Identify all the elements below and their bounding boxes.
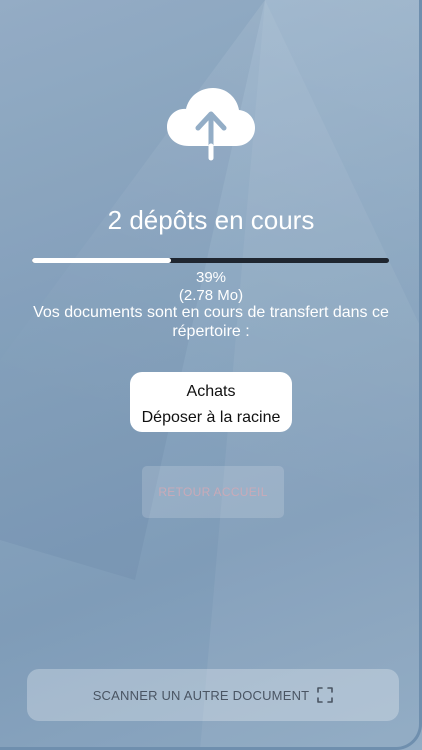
destination-card: Achats Déposer à la racine xyxy=(130,372,292,432)
upload-description: Vos documents sont en cours de transfert… xyxy=(33,304,389,340)
deposit-root-option[interactable]: Déposer à la racine xyxy=(130,405,292,431)
cloud-upload-icon xyxy=(167,88,255,161)
upload-progress-bar xyxy=(32,258,389,263)
scan-frame-icon xyxy=(317,687,334,703)
upload-screen: 2 dépôts en cours 39% (2.78 Mo) Vos docu… xyxy=(0,0,422,750)
scan-another-document-button[interactable]: SCANNER UN AUTRE DOCUMENT xyxy=(27,669,399,721)
progress-percent: 39% xyxy=(195,269,227,286)
back-home-button[interactable]: RETOUR ACCUEIL xyxy=(142,466,284,518)
page-title: 2 dépôts en cours xyxy=(107,205,315,235)
upload-progress-fill xyxy=(32,258,172,263)
scan-button-label: SCANNER UN AUTRE DOCUMENT xyxy=(92,687,310,703)
destination-folder-name: Achats xyxy=(186,383,236,400)
